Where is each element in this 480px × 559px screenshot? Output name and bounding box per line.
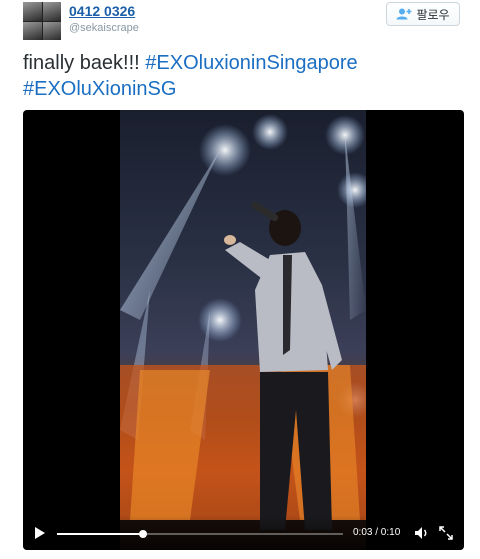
tweet-header: 0412 0326 @sekaiscrape 팔로우 (23, 0, 463, 44)
follow-label: 팔로우 (416, 7, 450, 22)
avatar-tile (23, 2, 42, 21)
hashtag-link[interactable]: #EXOluXioninSG (23, 78, 176, 100)
tweet-body: finally baek!!! (23, 52, 146, 74)
avatar[interactable] (23, 2, 61, 40)
hashtag-link[interactable]: #EXOluxioninSingapore (145, 52, 357, 74)
video-controls: 0:03 / 0:10 (23, 516, 464, 550)
video-scrubber-knob[interactable] (138, 530, 147, 538)
video-frame (120, 110, 366, 550)
video-progress-bar[interactable] (57, 530, 343, 538)
add-user-icon (396, 8, 412, 20)
concert-stage-image (120, 114, 366, 550)
video-progress-fill (57, 533, 143, 535)
follow-button[interactable]: 팔로우 (386, 2, 460, 26)
volume-icon[interactable] (414, 526, 430, 540)
video-player[interactable]: 0:03 / 0:10 (23, 110, 464, 550)
play-icon[interactable] (33, 526, 47, 540)
display-name[interactable]: 0412 0326 (69, 3, 135, 19)
video-time: 0:03 / 0:10 (353, 527, 401, 538)
avatar-tile (42, 21, 61, 40)
fullscreen-icon[interactable] (439, 526, 453, 540)
tweet-text: finally baek!!! #EXOluxioninSingapore #EX… (23, 50, 463, 102)
user-handle[interactable]: @sekaiscrape (69, 22, 139, 34)
avatar-tile (42, 2, 61, 21)
avatar-tile (23, 21, 42, 40)
